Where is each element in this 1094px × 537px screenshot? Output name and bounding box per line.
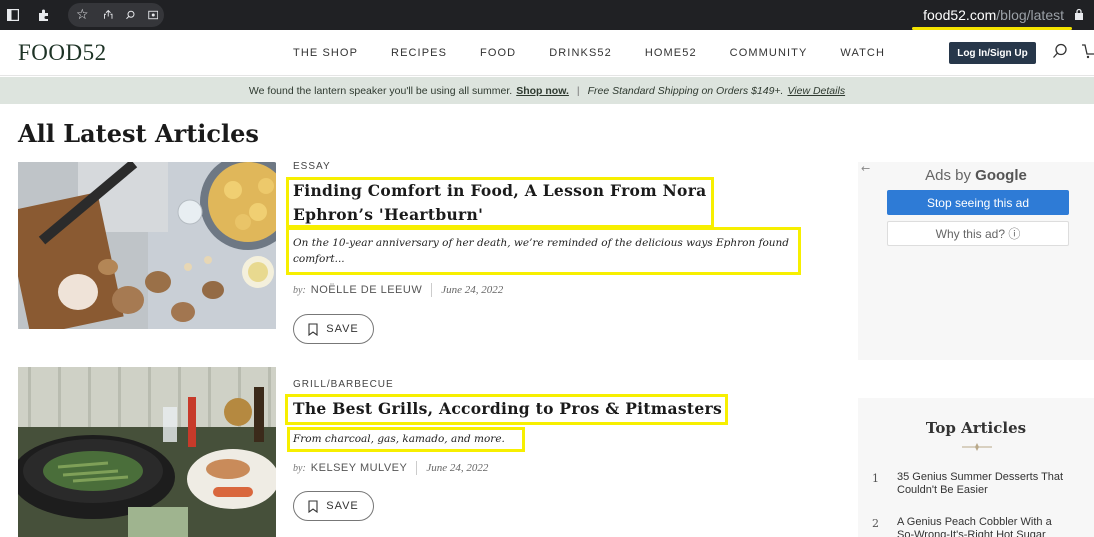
address-bar[interactable]: food52.com/blog/latest [923, 4, 1064, 26]
page-title: All Latest Articles [18, 119, 259, 148]
food52-logo[interactable]: FOOD52 [18, 40, 107, 66]
cart-icon[interactable] [1082, 43, 1094, 59]
top-article-number: 1 [872, 472, 879, 485]
nav-home52[interactable]: HOME52 [645, 47, 697, 59]
browser-action-group: ☆ [68, 3, 164, 27]
byline-prefix: by: [293, 284, 306, 296]
ads-by-label: Ads by [925, 167, 971, 184]
promo-separator: | [576, 84, 580, 97]
main-nav: THE SHOP RECIPES FOOD DRINKS52 HOME52 CO… [293, 47, 918, 59]
promo-text: We found the lantern speaker you'll be u… [248, 84, 513, 97]
sidebar-toggle-icon[interactable] [6, 0, 20, 30]
bookmark-star-icon[interactable]: ☆ [76, 7, 89, 23]
find-icon[interactable] [125, 8, 135, 22]
ad-panel: ← Ads by Google Stop seeing this ad Why … [858, 162, 1094, 360]
byline-prefix: by: [293, 462, 306, 474]
article-title[interactable]: The Best Grills, According to Pros & Pit… [293, 397, 722, 421]
view-details-link[interactable]: View Details [787, 85, 845, 97]
screenshot-icon[interactable] [147, 8, 158, 22]
url-host: food52.com [923, 7, 997, 23]
article-title-line: Ephron’s 'Heartburn' [293, 205, 484, 224]
shipping-text: Free Standard Shipping on Orders $149+. [587, 84, 784, 97]
top-article-number: 2 [872, 517, 879, 530]
top-article-title-line: A Genius Peach Cobbler With a [897, 516, 1052, 528]
extensions-icon[interactable] [36, 0, 52, 30]
top-articles-title: Top Articles [925, 419, 1027, 437]
top-article-title-line: Couldn't Be Easier [897, 484, 988, 496]
article-dek: From charcoal, gas, kamado, and more. [293, 431, 505, 447]
bookmark-icon [308, 322, 318, 336]
author-link[interactable]: NOËLLE DE LEEUW [311, 284, 422, 296]
article-byline: by: KELSEY MULVEY June 24, 2022 [293, 461, 488, 475]
top-article-item[interactable]: 2 A Genius Peach Cobbler With a So-Wrong… [872, 516, 1086, 537]
save-label: SAVE [326, 323, 359, 335]
article-dek: On the 10-year anniversary of her death,… [293, 235, 789, 267]
article-byline: by: NOËLLE DE LEEUW June 24, 2022 [293, 283, 503, 297]
save-label: SAVE [326, 500, 359, 512]
site-header: FOOD52 THE SHOP RECIPES FOOD DRINKS52 HO… [0, 30, 1094, 76]
top-article-title: A Genius Peach Cobbler With a So-Wrong-I… [897, 516, 1052, 537]
byline-divider [431, 283, 433, 297]
shop-now-link[interactable]: Shop now. [516, 85, 569, 97]
nav-community[interactable]: COMMUNITY [730, 47, 808, 59]
bookmark-icon [308, 499, 318, 513]
url-path: /blog/latest [996, 7, 1064, 23]
ads-by-google: Ads by Google [858, 167, 1094, 184]
article-category[interactable]: ESSAY [293, 161, 331, 172]
stop-seeing-ad-button[interactable]: Stop seeing this ad [887, 190, 1069, 215]
author-link[interactable]: KELSEY MULVEY [311, 462, 408, 474]
top-article-title-line: 35 Genius Summer Desserts That [897, 471, 1064, 483]
browser-toolbar: ☆ food52.com/blog/latest [0, 0, 1094, 30]
google-label: Google [975, 167, 1027, 184]
nav-drinks52[interactable]: DRINKS52 [549, 47, 612, 59]
article-title-line: The Best Grills, According to Pros & Pit… [293, 399, 722, 418]
top-article-title: 35 Genius Summer Desserts That Couldn't … [897, 471, 1063, 497]
article-title[interactable]: Finding Comfort in Food, A Lesson From N… [293, 179, 707, 227]
byline-divider [416, 461, 418, 475]
article-dek-line: On the 10-year anniversary of her death,… [293, 237, 790, 249]
nav-recipes[interactable]: RECIPES [391, 47, 447, 59]
nav-food[interactable]: FOOD [480, 47, 516, 59]
save-button[interactable]: SAVE [293, 491, 374, 521]
article-image-grills[interactable] [18, 367, 276, 537]
article-dek-line: From charcoal, gas, kamado, and more. [293, 433, 505, 445]
top-article-title-line: So-Wrong-It's-Right Hot Sugar [897, 529, 1046, 537]
article-dek-line: comfort... [293, 253, 345, 265]
promo-banner: We found the lantern speaker you'll be u… [0, 77, 1094, 104]
top-article-item[interactable]: 1 35 Genius Summer Desserts That Couldn'… [872, 471, 1086, 497]
lock-icon[interactable] [1074, 8, 1084, 21]
why-this-ad-button[interactable]: Why this ad? ⓘ [887, 221, 1069, 246]
publish-date: June 24, 2022 [441, 284, 504, 296]
publish-date: June 24, 2022 [426, 462, 489, 474]
login-signup-button[interactable]: Log In/Sign Up [949, 42, 1036, 64]
ornament-divider-icon [962, 443, 992, 451]
nav-watch[interactable]: WATCH [840, 47, 885, 59]
share-icon[interactable] [103, 8, 113, 22]
article-image-comfort-food[interactable] [18, 162, 276, 329]
article-title-line: Finding Comfort in Food, A Lesson From N… [293, 181, 707, 200]
save-button[interactable]: SAVE [293, 314, 374, 344]
nav-the-shop[interactable]: THE SHOP [293, 47, 358, 59]
top-articles-panel: Top Articles 1 35 Genius Summer Desserts… [858, 398, 1094, 537]
article-category[interactable]: GRILL/BARBECUE [293, 379, 394, 390]
search-icon[interactable] [1052, 43, 1068, 59]
